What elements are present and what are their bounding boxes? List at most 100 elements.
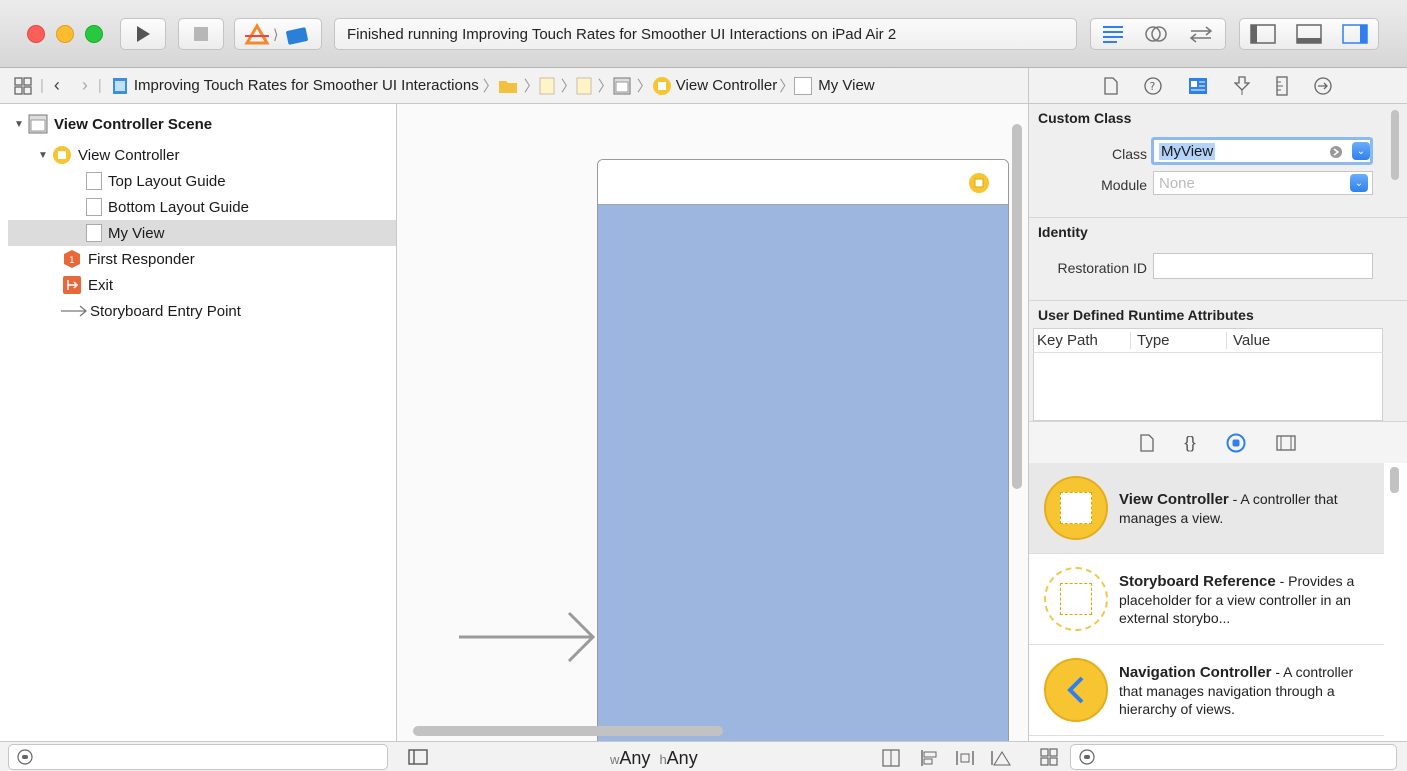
scene-icon[interactable] <box>613 77 631 95</box>
col-value[interactable]: Value <box>1226 332 1270 349</box>
editor-mode-segmented[interactable] <box>1090 18 1226 50</box>
quick-help-icon[interactable]: ? <box>1144 76 1162 95</box>
play-icon <box>137 26 150 42</box>
object-library-icon[interactable] <box>1226 433 1246 453</box>
library-grid-view-icon[interactable] <box>1040 748 1058 766</box>
version-editor-icon[interactable] <box>1187 24 1215 44</box>
assistant-editor-icon[interactable] <box>1144 24 1168 44</box>
scene-dock <box>598 160 1008 205</box>
file-template-library-icon[interactable] <box>1140 433 1154 452</box>
svg-text:?: ? <box>1150 80 1156 93</box>
storyboard-file-icon[interactable] <box>576 77 592 95</box>
disclosure-triangle-icon[interactable]: ▼ <box>38 150 52 161</box>
outline-controller-row[interactable]: ▼ View Controller <box>0 142 396 168</box>
file-inspector-icon[interactable] <box>1104 76 1118 95</box>
window-toolbar: ⟩ Finished running Improving Touch Rates… <box>0 0 1407 68</box>
utilities-toggle-icon[interactable] <box>1342 24 1368 44</box>
go-to-class-icon[interactable] <box>1329 145 1343 159</box>
storyboard-canvas[interactable] <box>397 104 1028 744</box>
storyboard-reference-icon <box>1044 567 1108 631</box>
media-library-icon[interactable] <box>1276 434 1296 451</box>
scheme-selector[interactable]: ⟩ <box>234 18 322 50</box>
module-field[interactable]: None ⌄ <box>1153 171 1373 195</box>
library-item-title: Navigation Controller <box>1119 663 1272 681</box>
library-item-storyboard-reference[interactable]: Storyboard Reference - Provides a placeh… <box>1029 554 1384 645</box>
class-value[interactable]: MyView <box>1159 142 1216 160</box>
class-field[interactable]: MyView ⌄ <box>1151 137 1373 165</box>
svg-text:1: 1 <box>69 256 75 266</box>
view-toggles-segmented[interactable] <box>1239 18 1379 50</box>
back-arrow-icon[interactable]: ‹ <box>54 75 60 96</box>
restoration-id-field[interactable] <box>1153 253 1373 279</box>
view-controller-icon[interactable] <box>652 76 672 96</box>
disclosure-triangle-icon[interactable]: ▼ <box>14 119 28 130</box>
outline-entry-point-label: Storyboard Entry Point <box>90 302 241 320</box>
library-item-view-controller[interactable]: View Controller - A controller that mana… <box>1029 463 1384 554</box>
inspector-scrollbar[interactable] <box>1391 110 1399 180</box>
project-file-icon <box>112 77 127 94</box>
outline-entry-point-row[interactable]: Storyboard Entry Point <box>0 298 396 324</box>
pin-icon[interactable] <box>955 749 975 767</box>
outline-top-guide-label: Top Layout Guide <box>108 172 226 190</box>
outline-exit-row[interactable]: Exit <box>0 272 396 298</box>
run-button[interactable] <box>120 18 166 50</box>
close-window-button[interactable] <box>27 25 45 43</box>
scheme-app-icon: ⟩ <box>244 23 308 45</box>
library-item-navigation-controller[interactable]: Navigation Controller - A controller tha… <box>1029 645 1384 736</box>
bottom-bar: wAny hAny <box>0 741 1407 771</box>
library-scrollbar[interactable] <box>1390 467 1399 493</box>
vertical-scrollbar[interactable] <box>1012 124 1022 489</box>
crumb-view-controller[interactable]: View Controller <box>676 77 777 94</box>
first-responder-icon: 1 <box>64 250 80 268</box>
activity-status-view: Finished running Improving Touch Rates f… <box>334 18 1077 50</box>
size-inspector-icon[interactable] <box>1276 75 1288 96</box>
exit-icon <box>63 276 81 294</box>
crumb-my-view[interactable]: My View <box>818 77 874 94</box>
outline-bottom-guide-row[interactable]: Bottom Layout Guide <box>0 194 396 220</box>
outline-top-guide-row[interactable]: Top Layout Guide <box>0 168 396 194</box>
table-header: Key Path Type Value <box>1034 329 1382 353</box>
minimize-window-button[interactable] <box>56 25 74 43</box>
embed-in-stack-icon[interactable] <box>882 749 900 767</box>
outline-filter-field[interactable] <box>8 744 388 770</box>
show-outline-toggle-icon[interactable] <box>408 749 428 765</box>
my-view[interactable] <box>598 205 1008 743</box>
filter-icon <box>17 749 33 765</box>
crumb-separator-icon: 〉 <box>597 78 613 95</box>
related-items-icon[interactable] <box>14 76 32 95</box>
view-controller-scene[interactable] <box>597 159 1009 744</box>
debug-area-toggle-icon[interactable] <box>1296 24 1322 44</box>
outline-first-responder-row[interactable]: 1 First Responder <box>0 246 396 272</box>
inspector-selector-bar: ? <box>1028 68 1407 104</box>
swift-file-icon[interactable] <box>539 77 555 95</box>
runtime-attributes-table[interactable]: Key Path Type Value <box>1033 328 1383 421</box>
size-class-control[interactable]: wAny hAny <box>610 748 698 769</box>
library-filter-field[interactable] <box>1070 744 1397 770</box>
folder-icon[interactable] <box>498 78 518 94</box>
crumb-project[interactable]: Improving Touch Rates for Smoother UI In… <box>134 77 479 94</box>
outline-my-view-row[interactable]: My View <box>8 220 396 246</box>
identity-header: Identity <box>1038 224 1088 240</box>
module-dropdown-button[interactable]: ⌄ <box>1350 174 1368 192</box>
col-type[interactable]: Type <box>1130 332 1170 349</box>
code-snippet-library-icon[interactable]: {} <box>1184 433 1195 453</box>
module-label: Module <box>1101 177 1147 193</box>
align-icon[interactable] <box>920 749 938 767</box>
stop-button[interactable] <box>178 18 224 50</box>
horizontal-scrollbar[interactable] <box>413 726 723 736</box>
size-height: Any <box>666 748 698 768</box>
navigator-toggle-icon[interactable] <box>1250 24 1276 44</box>
standard-editor-icon[interactable] <box>1101 24 1125 44</box>
class-dropdown-button[interactable]: ⌄ <box>1352 142 1370 160</box>
col-keypath[interactable]: Key Path <box>1037 332 1098 349</box>
identity-inspector-icon[interactable] <box>1188 77 1208 95</box>
entry-point-arrow-icon[interactable] <box>457 609 599 665</box>
view-controller-dock-icon[interactable] <box>968 172 990 194</box>
resolve-issues-icon[interactable] <box>990 749 1012 767</box>
forward-arrow-icon[interactable]: › <box>82 75 88 96</box>
connections-inspector-icon[interactable] <box>1314 76 1332 95</box>
navigation-controller-icon <box>1044 658 1108 722</box>
attributes-inspector-icon[interactable] <box>1234 75 1250 96</box>
zoom-window-button[interactable] <box>85 25 103 43</box>
outline-scene-row[interactable]: ▼ View Controller Scene <box>0 111 396 137</box>
